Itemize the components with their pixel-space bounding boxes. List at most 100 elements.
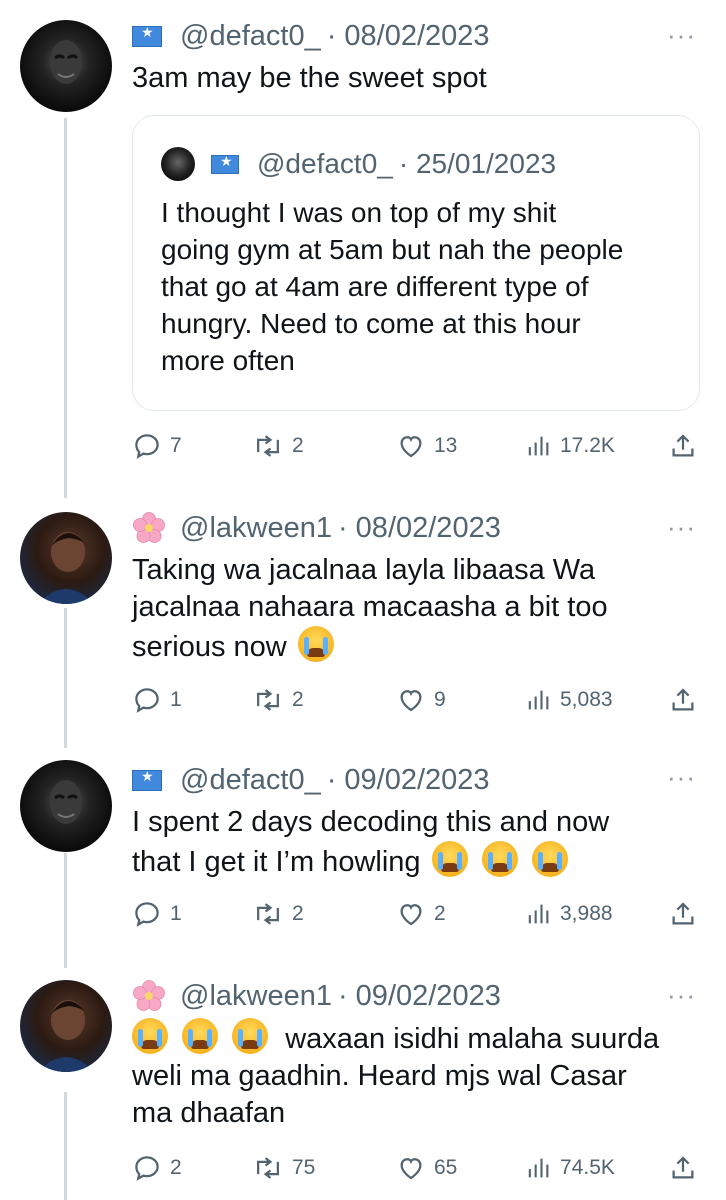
- reply-button[interactable]: 1: [132, 682, 182, 718]
- reply-button[interactable]: 7: [132, 428, 182, 464]
- tweet-line: Taking wa jacalnaa layla libaasa Wa: [132, 554, 596, 586]
- retweet-count: 75: [292, 1156, 316, 1179]
- tweet-text: Taking wa jacalnaa layla libaasa Wa jaca…: [132, 552, 692, 666]
- more-options-icon[interactable]: ···: [667, 980, 696, 1011]
- avatar[interactable]: [20, 512, 112, 604]
- more-options-icon[interactable]: ···: [667, 762, 696, 793]
- retweet-icon: [257, 689, 279, 711]
- heart-icon: [400, 436, 422, 458]
- retweet-button[interactable]: 2: [252, 682, 304, 718]
- share-icon: [672, 1156, 694, 1179]
- share-button[interactable]: [668, 428, 698, 464]
- handle[interactable]: @defact0_: [180, 20, 321, 53]
- reply-count: 1: [170, 902, 182, 925]
- share-button[interactable]: [668, 896, 698, 932]
- tweet-line-with-emoji: waxaan isidhi malaha suurda: [132, 1018, 692, 1058]
- handle[interactable]: @defact0_: [180, 764, 321, 797]
- timestamp[interactable]: · 08/02/2023: [338, 512, 501, 545]
- quote-handle: @defact0_: [257, 148, 393, 179]
- tweet-line: waxaan isidhi malaha suurda: [285, 1023, 660, 1055]
- like-button[interactable]: 2: [396, 896, 446, 932]
- retweet-count: 2: [292, 902, 304, 925]
- tweet-header: @lakween1 · 08/02/2023: [132, 508, 501, 548]
- tweet-text: I spent 2 days decoding this and now tha…: [132, 804, 692, 881]
- tweet-header: @lakween1 · 09/02/2023: [132, 976, 501, 1016]
- cherry-blossom-icon: [132, 979, 166, 1013]
- loudly-crying-face-icon: [232, 1018, 269, 1054]
- quote-text: I thought I was on top of my shit going …: [161, 194, 681, 379]
- like-count: 2: [434, 902, 446, 925]
- loudly-crying-face-icon: [132, 1018, 168, 1054]
- share-icon: [672, 688, 694, 711]
- tweet-header: @defact0_ · 09/02/2023: [132, 760, 490, 800]
- views-button[interactable]: 3,988: [524, 896, 613, 932]
- like-button[interactable]: 65: [396, 1150, 457, 1186]
- retweet-icon: [257, 435, 279, 457]
- views-button[interactable]: 17.2K: [524, 428, 615, 464]
- reply-count: 7: [170, 434, 182, 457]
- quote-line: I thought I was on top of my shit: [161, 197, 557, 228]
- timestamp[interactable]: · 09/02/2023: [327, 764, 490, 797]
- views-button[interactable]: 5,083: [524, 682, 613, 718]
- tweet-line-with-emoji: serious now: [132, 626, 692, 666]
- like-count: 65: [434, 1156, 458, 1179]
- quoted-tweet[interactable]: @defact0_ · 25/01/2023 I thought I was o…: [132, 115, 700, 411]
- loudly-crying-face-icon: [182, 1018, 219, 1054]
- action-bar: 1 2 2 3,988: [132, 896, 702, 932]
- share-button[interactable]: [668, 682, 698, 718]
- avatar[interactable]: [20, 760, 112, 852]
- reply-button[interactable]: 1: [132, 896, 182, 932]
- like-button[interactable]: 13: [396, 428, 457, 464]
- retweet-icon: [257, 903, 279, 925]
- reply-icon: [135, 688, 159, 713]
- more-options-icon[interactable]: ···: [667, 512, 696, 543]
- avatar[interactable]: [20, 980, 112, 1072]
- somalia-flag-icon: [132, 768, 162, 791]
- loudly-crying-face-icon: [297, 626, 334, 662]
- action-bar: 7 2 13 17.2K: [132, 428, 702, 464]
- handle[interactable]: @lakween1: [180, 512, 332, 545]
- views-icon: [528, 904, 549, 924]
- tweet[interactable]: @defact0_ · 08/02/2023 ··· 3am may be th…: [0, 0, 726, 500]
- timestamp[interactable]: · 08/02/2023: [327, 20, 490, 53]
- like-count: 9: [434, 688, 446, 711]
- somalia-flag-icon: [211, 153, 239, 174]
- quote-line: going gym at 5am but nah the people: [161, 234, 624, 265]
- quote-header: @defact0_ · 25/01/2023: [161, 144, 556, 184]
- somalia-flag-icon: [132, 24, 162, 47]
- avatar[interactable]: [20, 20, 112, 112]
- retweet-button[interactable]: 75: [252, 1150, 315, 1186]
- view-count: 17.2K: [560, 434, 615, 457]
- tweet-line: ma dhaafan: [132, 1097, 286, 1129]
- retweet-count: 2: [292, 434, 304, 457]
- more-options-icon[interactable]: ···: [667, 20, 696, 51]
- timestamp[interactable]: · 09/02/2023: [338, 980, 501, 1013]
- action-bar: 1 2 9 5,083: [132, 682, 702, 718]
- share-button[interactable]: [668, 1150, 698, 1186]
- reply-icon: [135, 434, 159, 459]
- quote-line: hungry. Need to come at this hour: [161, 308, 581, 339]
- like-button[interactable]: 9: [396, 682, 446, 718]
- tweet[interactable]: @lakween1 · 09/02/2023 ··· waxaan isidhi…: [0, 968, 726, 1200]
- tweet-line-with-emoji: that I get it I’m howling: [132, 841, 692, 881]
- share-icon: [672, 434, 694, 457]
- like-count: 13: [434, 434, 458, 457]
- views-button[interactable]: 74.5K: [524, 1150, 615, 1186]
- cherry-blossom-icon: [132, 511, 166, 545]
- reply-count: 1: [170, 688, 182, 711]
- retweet-button[interactable]: 2: [252, 428, 304, 464]
- tweet[interactable]: @lakween1 · 08/02/2023 ··· Taking wa jac…: [0, 500, 726, 750]
- loudly-crying-face-icon: [481, 841, 518, 877]
- heart-icon: [400, 1158, 422, 1180]
- retweet-button[interactable]: 2: [252, 896, 304, 932]
- quote-timestamp: · 25/01/2023: [398, 148, 557, 179]
- views-icon: [528, 436, 549, 456]
- handle[interactable]: @lakween1: [180, 980, 332, 1013]
- tweet[interactable]: @defact0_ · 09/02/2023 ··· I spent 2 day…: [0, 750, 726, 980]
- reply-icon: [135, 902, 159, 927]
- views-icon: [528, 1158, 549, 1178]
- reply-button[interactable]: 2: [132, 1150, 182, 1186]
- tweet-line: serious now: [132, 631, 287, 663]
- share-icon: [672, 902, 694, 925]
- quote-line: that go at 4am are different type of: [161, 271, 589, 302]
